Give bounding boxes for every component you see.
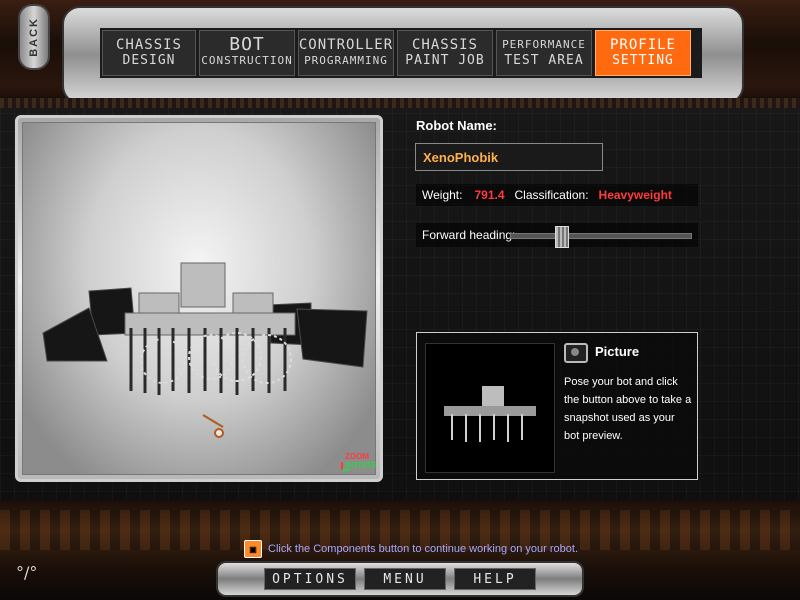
- viewport-canvas[interactable]: ZOOM ROTATE: [22, 122, 377, 475]
- robot-preview-icon: [444, 386, 536, 442]
- tab-bot-construction-line2: CONSTRUCTION: [201, 54, 293, 67]
- robot-preview-image: [425, 343, 555, 473]
- menu-label: MENU: [383, 571, 427, 587]
- tab-chassis-paint-job[interactable]: CHASSIS PAINT JOB: [397, 30, 493, 76]
- zoom-label: ZOOM: [345, 452, 369, 461]
- tab-controller-programming[interactable]: CONTROLLER PROGRAMMING: [298, 30, 394, 76]
- robot-render-icon: [42, 262, 368, 438]
- tab-chassis-design[interactable]: CHASSIS DESIGN: [102, 30, 196, 76]
- top-navigation-bar: BACK CHASSIS DESIGN BOT CONSTRUCTION CON…: [0, 0, 800, 108]
- tab-controller-programming-line1: CONTROLLER: [298, 37, 394, 53]
- forward-heading-label: Forward heading:: [422, 228, 516, 242]
- tab-profile-setting[interactable]: PROFILE SETTING: [595, 30, 691, 76]
- weight-value: 791.4: [474, 188, 505, 202]
- corner-mark: °/°: [16, 563, 38, 582]
- back-label: BACK: [28, 17, 40, 57]
- robot-name-input[interactable]: XenoPhobik: [415, 143, 603, 171]
- back-button[interactable]: BACK: [18, 4, 50, 70]
- menu-button[interactable]: MENU: [364, 568, 446, 590]
- robot-name-value: XenoPhobik: [423, 150, 499, 165]
- tab-profile-setting-line1: PROFILE: [609, 37, 676, 53]
- picture-title: Picture: [595, 344, 640, 359]
- components-icon: ▣: [244, 540, 262, 558]
- forward-heading-slider-thumb[interactable]: [555, 226, 569, 248]
- hint-bar: ▣ Click the Components button to continu…: [244, 540, 578, 558]
- tab-chassis-paint-job-line1: CHASSIS: [411, 37, 478, 53]
- hint-text: Click the Components button to continue …: [268, 543, 579, 555]
- help-label: HELP: [473, 571, 517, 587]
- robot-3d-viewport[interactable]: ZOOM ROTATE: [15, 115, 383, 482]
- options-label: OPTIONS: [272, 571, 348, 587]
- tab-strip: CHASSIS DESIGN BOT CONSTRUCTION CONTROLL…: [100, 28, 702, 78]
- weight-label: Weight:: [422, 188, 463, 202]
- tab-performance-test-area-line2: TEST AREA: [504, 53, 584, 68]
- camera-icon[interactable]: [564, 343, 588, 363]
- forward-heading-slider[interactable]: [510, 226, 692, 248]
- tab-controller-programming-line2: PROGRAMMING: [304, 54, 388, 67]
- tab-performance-test-area-line1: PERFORMANCE: [502, 38, 586, 51]
- robot-stats: Weight: 791.4 Classification: Heavyweigh…: [416, 184, 698, 206]
- picture-panel: Picture Pose your bot and click the butt…: [416, 332, 698, 480]
- tab-performance-test-area[interactable]: PERFORMANCE TEST AREA: [496, 30, 592, 76]
- tab-bot-construction-line1: BOT: [229, 34, 265, 55]
- classification-value: Heavyweight: [598, 188, 672, 202]
- bottom-navigation: OPTIONS MENU HELP: [216, 561, 584, 597]
- robot-name-label: Robot Name:: [416, 118, 497, 133]
- options-button[interactable]: OPTIONS: [264, 568, 356, 590]
- tab-profile-setting-line2: SETTING: [612, 53, 674, 68]
- picture-description: Pose your bot and click the button above…: [564, 376, 692, 442]
- axis-icon: [341, 462, 350, 471]
- tab-chassis-design-line2: DESIGN: [122, 53, 176, 68]
- tab-bot-construction[interactable]: BOT CONSTRUCTION: [199, 30, 295, 76]
- tab-chassis-paint-job-line2: PAINT JOB: [405, 53, 485, 68]
- help-button[interactable]: HELP: [454, 568, 536, 590]
- classification-label: Classification:: [514, 188, 589, 202]
- tab-chassis-design-line1: CHASSIS: [115, 37, 182, 53]
